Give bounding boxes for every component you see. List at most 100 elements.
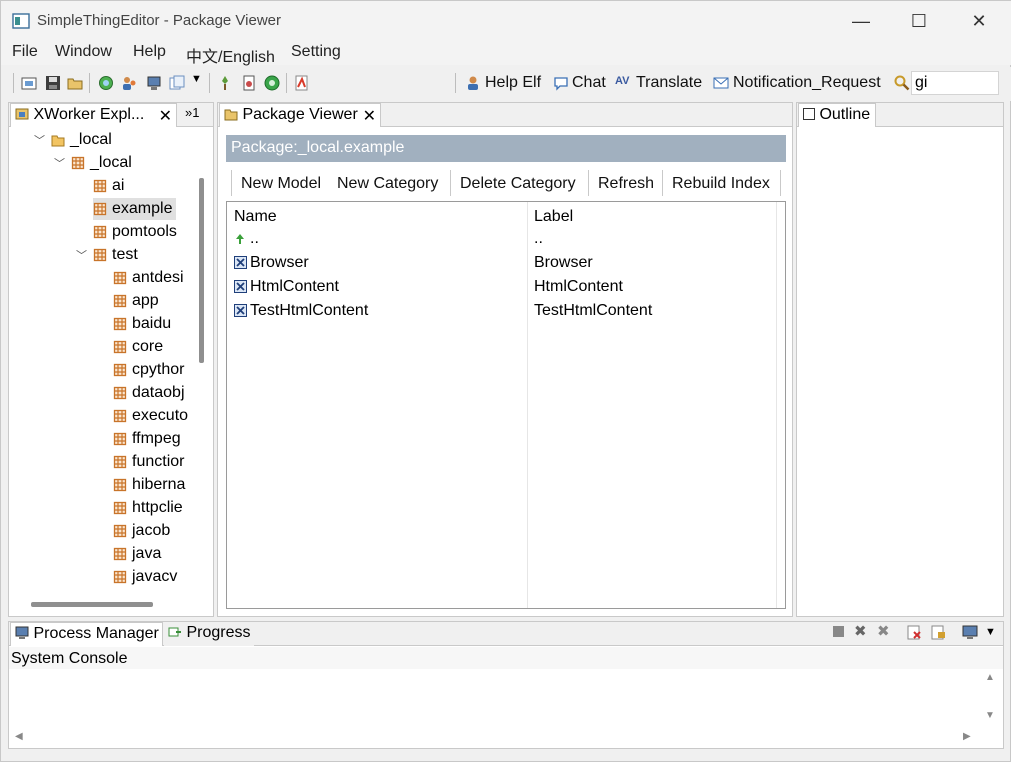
remove-all-icon[interactable]: ✖ bbox=[877, 622, 890, 640]
tree-item[interactable]: dataobj bbox=[113, 382, 185, 404]
copy-icon[interactable] bbox=[169, 75, 185, 91]
chevron-down-icon[interactable]: ﹀ bbox=[76, 247, 87, 263]
help-elf-icon[interactable] bbox=[465, 75, 481, 91]
row-label[interactable]: HtmlContent bbox=[534, 278, 623, 296]
tree-item[interactable]: antdesi bbox=[113, 267, 184, 289]
chevron-down-icon[interactable]: ﹀ bbox=[54, 155, 65, 171]
search-icon[interactable] bbox=[894, 75, 910, 91]
row-name[interactable]: TestHtmlContent bbox=[250, 302, 368, 320]
tree-item[interactable]: functior bbox=[113, 451, 184, 473]
column-header-label[interactable]: Label bbox=[534, 208, 573, 226]
tab-package-viewer[interactable]: Package Viewer ✕ bbox=[219, 103, 381, 127]
refresh-button[interactable]: Refresh bbox=[598, 175, 654, 193]
scroll-left-icon[interactable]: ◀ bbox=[15, 731, 23, 742]
tree-item[interactable]: httpclie bbox=[113, 497, 183, 519]
package-viewer-tabstrip: Package Viewer ✕ bbox=[218, 103, 792, 127]
row-name[interactable]: Browser bbox=[250, 254, 309, 272]
chat-icon[interactable] bbox=[553, 75, 569, 91]
tree-item[interactable]: pomtools bbox=[93, 221, 177, 243]
globe-icon[interactable] bbox=[264, 75, 280, 91]
new-category-button[interactable]: New Category bbox=[337, 175, 438, 193]
tree-item[interactable]: app bbox=[113, 290, 159, 312]
chat-button[interactable]: Chat bbox=[572, 74, 606, 92]
home-icon[interactable] bbox=[21, 75, 37, 91]
row-name[interactable]: .. bbox=[250, 230, 259, 248]
stop-icon[interactable] bbox=[833, 626, 844, 637]
computer-icon[interactable] bbox=[146, 75, 162, 91]
scroll-up-icon[interactable]: ▲ bbox=[985, 672, 995, 683]
row-label[interactable]: Browser bbox=[534, 254, 593, 272]
refresh-world-icon[interactable] bbox=[98, 75, 114, 91]
row-name[interactable]: HtmlContent bbox=[250, 278, 339, 296]
tree-item[interactable]: javacv bbox=[113, 566, 177, 588]
delete-category-button[interactable]: Delete Category bbox=[460, 175, 576, 193]
package-icon bbox=[71, 156, 85, 170]
chevron-down-icon[interactable]: ▼ bbox=[191, 73, 202, 85]
tree-item[interactable]: _local bbox=[51, 129, 112, 151]
menu-file[interactable]: File bbox=[12, 43, 38, 61]
close-tab-icon[interactable]: ✕ bbox=[159, 106, 172, 126]
minimize-button[interactable]: — bbox=[841, 9, 881, 33]
help-elf-button[interactable]: Help Elf bbox=[485, 74, 541, 92]
console-output[interactable] bbox=[9, 669, 981, 729]
tab-overflow-button[interactable]: »1 bbox=[185, 105, 199, 120]
close-button[interactable]: ✕ bbox=[959, 9, 999, 33]
menu-setting[interactable]: Setting bbox=[291, 43, 341, 61]
tree-item-label: pomtools bbox=[112, 223, 177, 240]
package-icon bbox=[113, 547, 127, 561]
tree-item[interactable]: core bbox=[113, 336, 163, 358]
package-icon bbox=[93, 248, 107, 262]
menu-language[interactable]: 中文/English bbox=[186, 43, 275, 67]
remove-icon[interactable]: ✖ bbox=[854, 622, 867, 640]
tree-item[interactable]: java bbox=[113, 543, 161, 565]
rebuild-index-button[interactable]: Rebuild Index bbox=[672, 175, 770, 193]
tree-item[interactable]: cpythor bbox=[113, 359, 184, 381]
notification-request-button[interactable]: Notification_Request bbox=[733, 74, 881, 92]
menu-help[interactable]: Help bbox=[133, 43, 166, 61]
row-label[interactable]: TestHtmlContent bbox=[534, 302, 652, 320]
tree-item[interactable]: ai bbox=[93, 175, 124, 197]
tree-item[interactable]: executo bbox=[113, 405, 188, 427]
tab-progress[interactable]: Progress bbox=[164, 622, 254, 646]
package-table: Name Label .... Browser Browser HtmlContent… bbox=[226, 201, 786, 609]
tree-item-label: httpclie bbox=[132, 499, 183, 516]
plugin-icon[interactable] bbox=[217, 75, 233, 91]
pdf-icon[interactable] bbox=[294, 75, 310, 91]
package-viewer-icon bbox=[224, 109, 238, 121]
scroll-lock-icon[interactable] bbox=[931, 625, 946, 640]
menu-window[interactable]: Window bbox=[55, 43, 112, 61]
users-icon[interactable] bbox=[121, 75, 137, 91]
save-icon[interactable] bbox=[45, 75, 61, 91]
chevron-down-icon[interactable]: ▼ bbox=[985, 626, 996, 638]
translate-button[interactable]: Translate bbox=[636, 74, 702, 92]
tree-item[interactable]: ffmpeg bbox=[113, 428, 181, 450]
scroll-down-icon[interactable]: ▼ bbox=[985, 710, 995, 721]
tab-xworker-explorer[interactable]: XWorker Expl... ✕ bbox=[10, 103, 177, 127]
column-header-name[interactable]: Name bbox=[234, 208, 277, 226]
search-input[interactable] bbox=[911, 71, 999, 95]
tree-item[interactable]: _local bbox=[71, 152, 132, 174]
tree-vertical-scrollbar[interactable] bbox=[199, 178, 204, 363]
row-label[interactable]: .. bbox=[534, 230, 543, 248]
tab-outline[interactable]: Outline bbox=[798, 103, 876, 127]
tree-horizontal-scrollbar[interactable] bbox=[31, 602, 153, 607]
package-icon bbox=[113, 386, 127, 400]
clear-console-icon[interactable] bbox=[907, 625, 922, 640]
tree-item[interactable]: test bbox=[93, 244, 138, 266]
tree-item[interactable]: hiberna bbox=[113, 474, 185, 496]
open-folder-icon[interactable] bbox=[67, 75, 83, 91]
tree-item[interactable]: baidu bbox=[113, 313, 171, 335]
translate-icon[interactable]: AV bbox=[615, 75, 629, 87]
tab-process-manager[interactable]: Process Manager bbox=[10, 622, 163, 646]
maximize-button[interactable]: ☐ bbox=[899, 9, 939, 33]
new-model-button[interactable]: New Model bbox=[241, 175, 321, 193]
tree-item[interactable]: jacob bbox=[113, 520, 170, 542]
close-tab-icon[interactable]: ✕ bbox=[363, 106, 376, 126]
display-console-icon[interactable] bbox=[962, 625, 978, 640]
tree-item[interactable]: example bbox=[93, 198, 177, 220]
mail-icon[interactable] bbox=[713, 75, 729, 91]
document-icon[interactable] bbox=[241, 75, 257, 91]
tree-item-label: dataobj bbox=[132, 384, 185, 401]
chevron-down-icon[interactable]: ﹀ bbox=[34, 132, 45, 148]
scroll-right-icon[interactable]: ▶ bbox=[963, 731, 971, 742]
